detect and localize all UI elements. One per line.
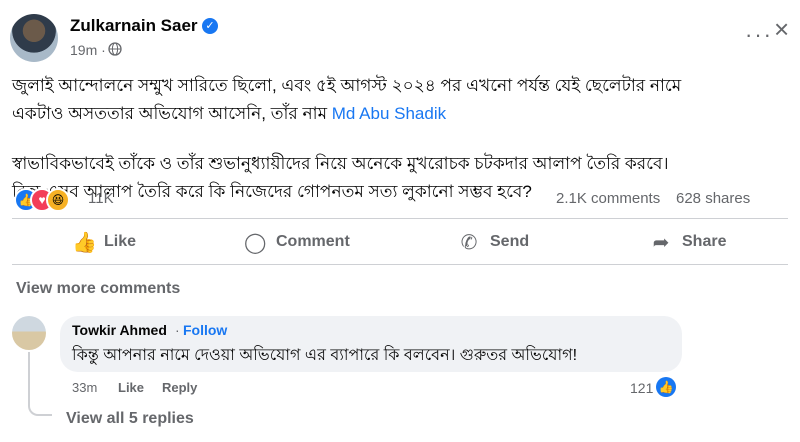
comment-like-button[interactable]: Like	[118, 380, 144, 395]
share-label: Share	[682, 233, 727, 250]
post-text-line: কিন্তু এসব আলাপ তৈরি করে কি নিজেদের গোপন…	[12, 182, 532, 201]
follow-button[interactable]: Follow	[183, 322, 227, 338]
post-text-fragment: একটাও অসততার অভিযোগ আসেনি, তাঁর নাম	[12, 104, 332, 123]
messenger-icon: ✆	[460, 231, 478, 254]
comment-likes-count[interactable]: 121	[630, 380, 653, 396]
post-meta: 19m ·	[70, 42, 106, 58]
post-author-name[interactable]: Zulkarnain Saer	[70, 16, 198, 36]
like-button[interactable]: 👍 Like	[72, 228, 136, 256]
divider	[12, 218, 788, 219]
post-time[interactable]: 19m	[70, 42, 97, 58]
view-more-comments-link[interactable]: View more comments	[16, 280, 180, 298]
more-options-icon[interactable]: ···	[745, 22, 773, 48]
globe-icon	[108, 42, 122, 56]
thumbs-up-icon: 👍	[72, 231, 97, 254]
post-text-paragraph-1: জুলাই আন্দোলনে সম্মুখ সারিতে ছিলো, এবং ৫…	[12, 72, 782, 128]
verified-badge-icon: ✓	[202, 18, 218, 34]
share-arrow-icon: ➦	[652, 231, 670, 254]
comment-text: কিন্তু আপনার নামে দেওয়া অভিযোগ এর ব্যাপ…	[72, 347, 578, 364]
close-icon[interactable]: ×	[774, 14, 789, 45]
send-button[interactable]: ✆ Send	[458, 228, 530, 256]
reactions-count[interactable]: 11K	[88, 190, 114, 207]
divider	[12, 264, 788, 265]
reply-thread-line	[28, 352, 52, 416]
comment-author-name[interactable]: Towkir Ahmed	[72, 322, 167, 338]
view-all-replies-link[interactable]: View all 5 replies	[66, 410, 194, 428]
author-avatar[interactable]	[10, 14, 58, 62]
commenter-avatar[interactable]	[12, 316, 46, 350]
share-button[interactable]: ➦ Share	[650, 228, 727, 256]
comment-reply-button[interactable]: Reply	[162, 380, 197, 395]
comment-label: Comment	[276, 233, 350, 250]
post-text-line: একটাও অসততার অভিযোগ আসেনি, তাঁর নাম Md A…	[12, 100, 782, 128]
post-text-paragraph-2: স্বাভাবিকভাবেই তাঁকে ও তাঁর শুভানুধ্যায়…	[12, 150, 782, 206]
comment-button[interactable]: ◯ Comment	[244, 228, 350, 256]
comment-bubble-icon: ◯	[244, 231, 267, 254]
post-text-line: স্বাভাবিকভাবেই তাঁকে ও তাঁর শুভানুধ্যায়…	[12, 154, 669, 173]
haha-reaction-icon: 😆	[46, 188, 70, 212]
send-label: Send	[490, 233, 530, 250]
meta-separator: ·	[101, 42, 106, 58]
comment-like-reaction-icon: 👍	[656, 377, 676, 397]
post-text-line: জুলাই আন্দোলনে সম্মুখ সারিতে ছিলো, এবং ৫…	[12, 76, 682, 95]
mentioned-user-link[interactable]: Md Abu Shadik	[332, 104, 446, 123]
comment-time[interactable]: 33m	[72, 380, 97, 395]
like-label: Like	[104, 233, 137, 250]
comments-count[interactable]: 2.1K comments	[556, 190, 660, 207]
shares-count[interactable]: 628 shares	[676, 190, 750, 207]
comment-separator: ·	[175, 322, 180, 338]
